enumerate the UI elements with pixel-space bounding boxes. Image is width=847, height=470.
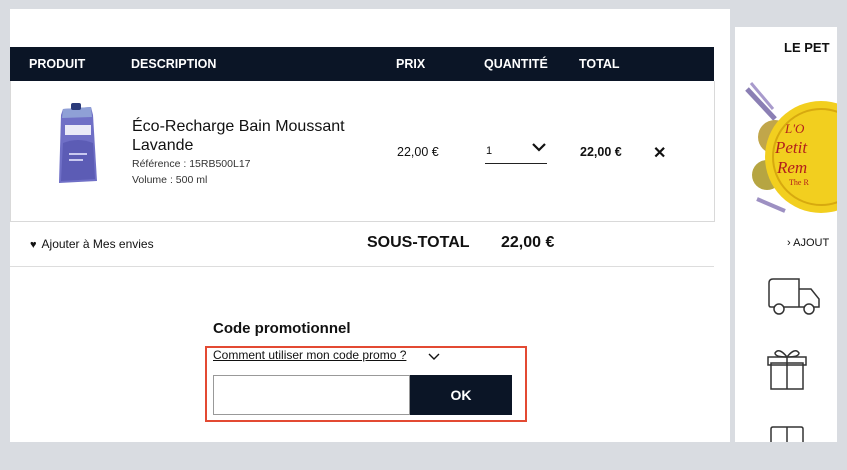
sidebar-title: LE PET bbox=[784, 40, 830, 55]
svg-text:The R: The R bbox=[789, 178, 809, 187]
cart-panel: PRODUIT DESCRIPTION PRIX QUANTITÉ TOTAL … bbox=[10, 9, 730, 442]
cart-item-row: Éco-Recharge Bain Moussant Lavande Référ… bbox=[10, 81, 715, 222]
remove-item-button[interactable]: ✕ bbox=[653, 143, 666, 163]
quantity-select[interactable]: 1 bbox=[485, 137, 547, 164]
svg-text:L'O: L'O bbox=[784, 121, 805, 136]
row-total: 22,00 € bbox=[580, 145, 622, 159]
product-promo-image[interactable]: L'O Petit Rem The R bbox=[745, 79, 837, 229]
product-name[interactable]: Éco-Recharge Bain Moussant Lavande bbox=[132, 117, 372, 155]
promo-code-input[interactable] bbox=[213, 375, 410, 415]
gift-icon bbox=[767, 350, 807, 390]
product-price: 22,00 € bbox=[397, 145, 439, 159]
heart-icon: ♥ bbox=[30, 239, 37, 251]
subtotal-value: 22,00 € bbox=[501, 234, 555, 251]
column-description: DESCRIPTION bbox=[131, 57, 217, 71]
product-image[interactable] bbox=[51, 103, 106, 185]
divider bbox=[10, 266, 714, 267]
promo-submit-button[interactable]: OK bbox=[410, 375, 512, 415]
sidebar-add-link[interactable]: › AJOUT bbox=[787, 237, 829, 249]
column-total: TOTAL bbox=[579, 57, 620, 71]
subtotal-label: SOUS-TOTAL bbox=[367, 234, 470, 251]
promo-sidebar: LE PET L'O Petit Rem The R › AJOUT bbox=[735, 27, 837, 442]
svg-text:Rem: Rem bbox=[776, 158, 807, 177]
add-to-wishlist-link[interactable]: ♥ Ajouter à Mes envies bbox=[30, 237, 154, 251]
product-volume: Volume : 500 ml bbox=[132, 174, 208, 186]
product-reference: Référence : 15RB500L17 bbox=[132, 158, 251, 170]
cart-table-header: PRODUIT DESCRIPTION PRIX QUANTITÉ TOTAL bbox=[10, 47, 714, 81]
promo-title: Code promotionnel bbox=[213, 320, 351, 337]
column-product: PRODUIT bbox=[29, 57, 86, 71]
quantity-value: 1 bbox=[486, 145, 493, 157]
truck-icon bbox=[768, 278, 820, 315]
chevron-down-icon bbox=[532, 143, 546, 152]
svg-text:Petit: Petit bbox=[774, 138, 808, 157]
column-price: PRIX bbox=[396, 57, 426, 71]
wishlist-label: Ajouter à Mes envies bbox=[41, 237, 154, 251]
column-quantity: QUANTITÉ bbox=[484, 57, 548, 71]
book-icon bbox=[770, 426, 804, 442]
